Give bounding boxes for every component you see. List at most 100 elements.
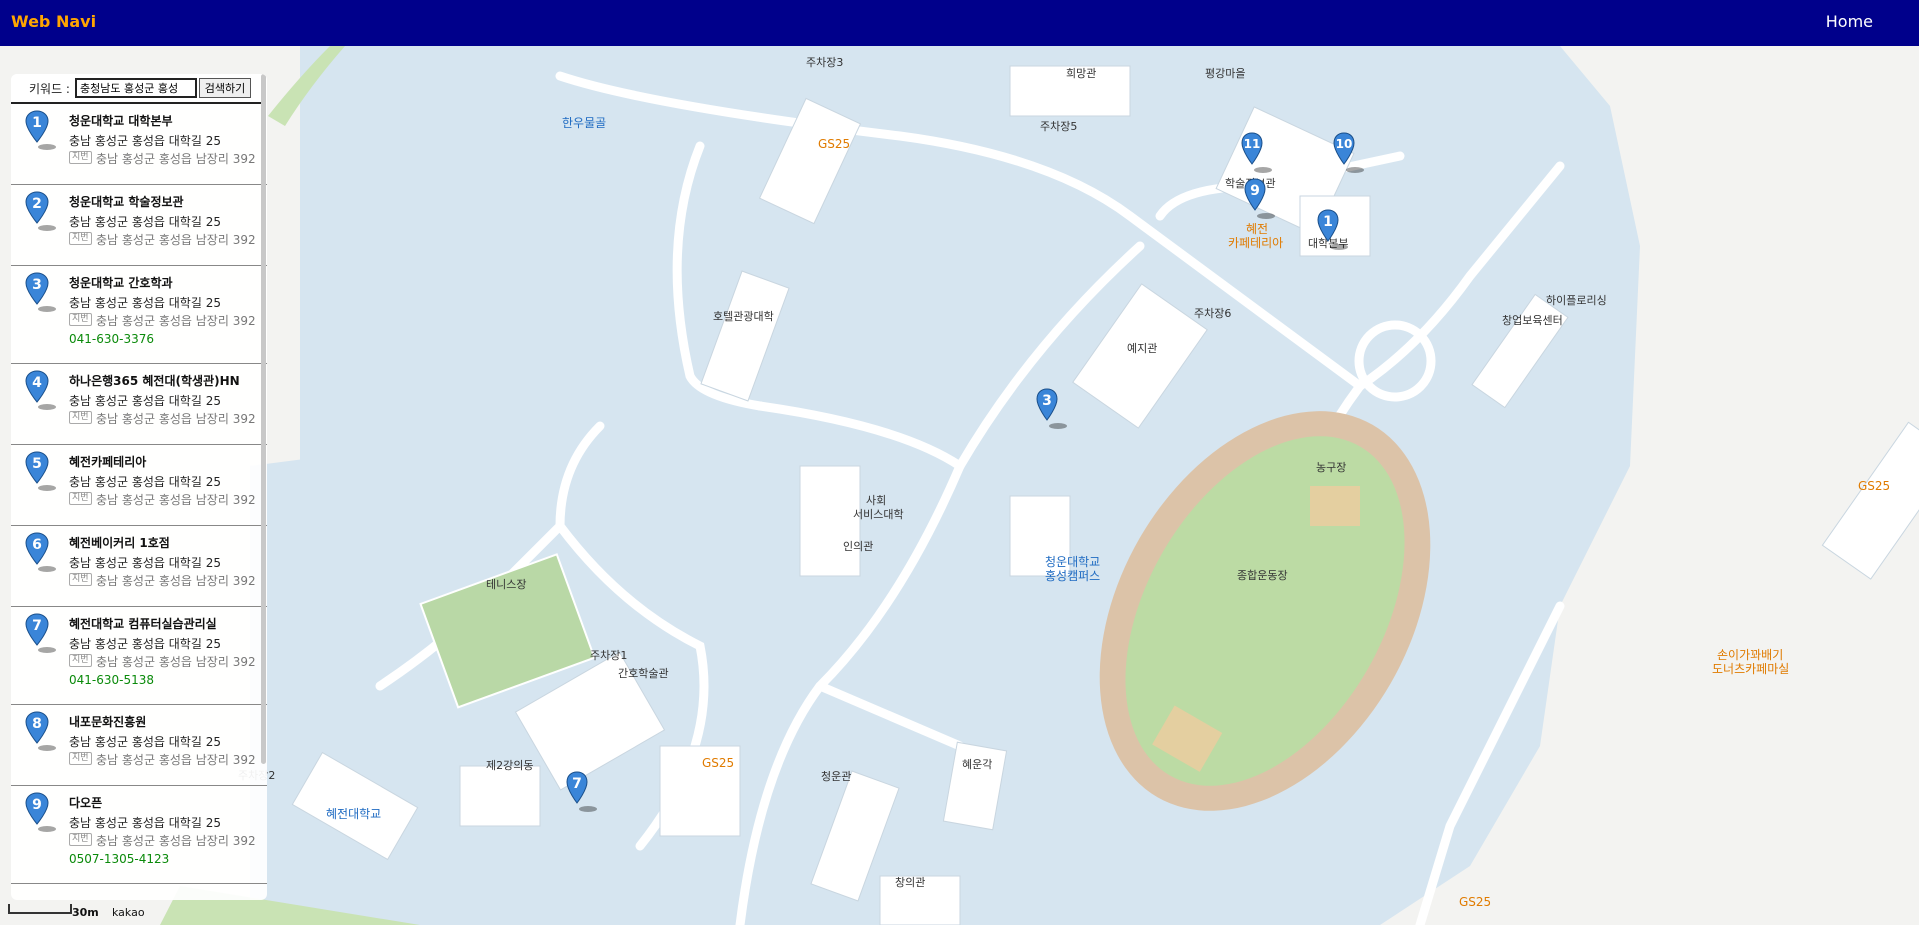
result-item-1[interactable]: 1 청운대학교 대학본부 충남 홍성군 홍성읍 대학길 25 지번 충남 홍성군… <box>11 104 267 185</box>
result-title[interactable]: 혜전카페테리아 <box>69 453 146 470</box>
result-jibun: 충남 홍성군 홍성읍 남장리 392 <box>96 834 256 848</box>
map-label-pyeonggang: 평강마을 <box>1205 67 1246 80</box>
result-item-2[interactable]: 2 청운대학교 학술정보관 충남 홍성군 홍성읍 대학길 25 지번 충남 홍성… <box>11 185 267 266</box>
map-marker-number: 10 <box>1335 137 1353 151</box>
result-marker: 1 <box>25 110 57 152</box>
map-label-hyejeon-univ: 혜전대학교 <box>326 807 382 821</box>
result-item-4[interactable]: 4 하나은행365 혜전대(학생관)HN 충남 홍성군 홍성읍 대학길 25 지… <box>11 364 267 445</box>
map-background <box>0 46 1919 925</box>
result-address: 충남 홍성군 홍성읍 대학길 25 <box>69 816 221 830</box>
result-item-9[interactable]: 9 다오픈 충남 홍성군 홍성읍 대학길 25 지번 충남 홍성군 홍성읍 남장… <box>11 786 267 884</box>
map-marker-7[interactable]: 7 <box>566 771 597 815</box>
map-label-hyejeon-cafe-2: 카페테리아 <box>1228 236 1284 250</box>
map-label-parking5: 주차장5 <box>1040 120 1078 133</box>
result-jibun: 충남 홍성군 홍성읍 남장리 392 <box>96 314 256 328</box>
result-address: 충남 홍성군 홍성읍 대학길 25 <box>69 637 221 651</box>
map-label-jonghap: 종합운동장 <box>1237 569 1288 582</box>
result-jibun: 충남 홍성군 홍성읍 남장리 392 <box>96 655 256 669</box>
scale-text: 30m <box>72 906 99 919</box>
map-marker-number: 9 <box>1250 183 1260 199</box>
result-jibun: 충남 홍성군 홍성읍 남장리 392 <box>96 152 256 166</box>
map-label-changui: 창의관 <box>895 876 926 889</box>
map-label-chungwoon-campus-2: 홍성캠퍼스 <box>1045 569 1101 583</box>
result-item-5[interactable]: 5 혜전카페테리아 충남 홍성군 홍성읍 대학길 25 지번 충남 홍성군 홍성… <box>11 445 267 526</box>
map-label-parking3: 주차장3 <box>806 56 844 69</box>
result-title[interactable]: 하나은행365 혜전대(학생관)HN <box>69 372 240 389</box>
result-address: 충남 홍성군 홍성읍 대학길 25 <box>69 475 221 489</box>
results-panel: 키워드 : 검색하기 1 청운대학교 대학본부 충남 홍성군 홍성읍 대학길 2… <box>11 74 267 900</box>
navbar: Web Navi Home <box>0 0 1919 46</box>
map-label-yeji: 예지관 <box>1127 342 1158 355</box>
map-label-ganho: 간호학술관 <box>618 667 669 680</box>
result-marker: 2 <box>25 191 57 233</box>
result-phone[interactable]: 041-630-3376 <box>69 332 154 346</box>
jibun-badge: 지번 <box>69 573 92 586</box>
result-phone[interactable]: 041-630-5138 <box>69 673 154 687</box>
results-list: 1 청운대학교 대학본부 충남 홍성군 홍성읍 대학길 25 지번 충남 홍성군… <box>11 104 267 884</box>
map-label-cheongun: 청운관 <box>821 770 852 783</box>
map-label-nonggu: 농구장 <box>1316 461 1347 474</box>
map-label-gs25-right: GS25 <box>1858 479 1891 493</box>
map-label-gs25-mid: GS25 <box>702 756 735 770</box>
map-marker-3[interactable]: 3 <box>1036 388 1067 432</box>
map-label-high-plorising: 하이플로리싱 <box>1546 294 1607 307</box>
result-marker: 8 <box>25 711 57 753</box>
map-label-gangui2: 제2강의동 <box>486 759 534 772</box>
result-jibun: 충남 홍성군 홍성읍 남장리 392 <box>96 574 256 588</box>
result-marker: 4 <box>25 370 57 412</box>
result-phone[interactable]: 0507-1305-4123 <box>69 852 169 866</box>
result-number: 5 <box>32 456 42 472</box>
result-address: 충남 홍성군 홍성읍 대학길 25 <box>69 394 221 408</box>
result-number: 6 <box>32 537 42 553</box>
map-marker-10[interactable]: 10 <box>1333 132 1364 176</box>
map-label-gs25-bottom: GS25 <box>1459 895 1492 909</box>
map-label-hanwoo: 한우물골 <box>562 116 607 130</box>
jibun-badge: 지번 <box>69 492 92 505</box>
search-bar: 키워드 : 검색하기 <box>11 74 265 104</box>
map-marker-1[interactable]: 1 <box>1317 209 1348 253</box>
result-item-8[interactable]: 8 내포문화진흥원 충남 홍성군 홍성읍 대학길 25 지번 충남 홍성군 홍성… <box>11 705 267 786</box>
search-button[interactable]: 검색하기 <box>199 78 251 98</box>
result-marker: 5 <box>25 451 57 493</box>
map-label-changup: 창업보육센터 <box>1502 314 1563 327</box>
brand-link[interactable]: Web Navi <box>11 12 96 31</box>
result-address: 충남 홍성군 홍성읍 대학길 25 <box>69 735 221 749</box>
map-label-parking1: 주차장1 <box>590 649 628 662</box>
result-jibun: 충남 홍성군 홍성읍 남장리 392 <box>96 753 256 767</box>
map-marker-9[interactable]: 9 <box>1244 178 1275 222</box>
result-address: 충남 홍성군 홍성읍 대학길 25 <box>69 556 221 570</box>
result-address: 충남 홍성군 홍성읍 대학길 25 <box>69 134 221 148</box>
search-input[interactable] <box>75 78 197 98</box>
result-item-6[interactable]: 6 혜전베이커리 1호점 충남 홍성군 홍성읍 대학길 25 지번 충남 홍성군… <box>11 526 267 607</box>
result-title[interactable]: 청운대학교 대학본부 <box>69 112 173 129</box>
result-item-7[interactable]: 7 혜전대학교 컴퓨터실습관리실 충남 홍성군 홍성읍 대학길 25 지번 충남… <box>11 607 267 705</box>
map-label-hyeun: 혜운각 <box>962 758 993 771</box>
map-label-social-1: 사회 <box>866 494 887 507</box>
result-address: 충남 홍성군 홍성읍 대학길 25 <box>69 215 221 229</box>
result-number: 9 <box>32 797 42 813</box>
result-title[interactable]: 다오픈 <box>69 794 102 811</box>
result-title[interactable]: 혜전대학교 컴퓨터실습관리실 <box>69 615 217 632</box>
result-title[interactable]: 혜전베이커리 1호점 <box>69 534 170 551</box>
result-title[interactable]: 내포문화진흥원 <box>69 713 146 730</box>
map-marker-11[interactable]: 11 <box>1241 132 1272 176</box>
result-number: 8 <box>32 716 42 732</box>
result-title[interactable]: 청운대학교 학술정보관 <box>69 193 184 210</box>
result-marker: 7 <box>25 613 57 655</box>
jibun-badge: 지번 <box>69 232 92 245</box>
map-view[interactable]: 주차장3 한우물골 희망관 평강마을 GS25 주차장5 학술정보관 혜전 카페… <box>0 46 1919 925</box>
map-label-son-cafe-2: 도너츠카페마실 <box>1712 662 1790 676</box>
result-number: 7 <box>32 618 42 634</box>
result-item-3[interactable]: 3 청운대학교 간호학과 충남 홍성군 홍성읍 대학길 25 지번 충남 홍성군… <box>11 266 267 364</box>
result-number: 1 <box>32 115 42 131</box>
map-attribution[interactable]: kakao <box>112 906 145 919</box>
result-number: 2 <box>32 196 42 212</box>
result-title[interactable]: 청운대학교 간호학과 <box>69 274 173 291</box>
map-label-heemang: 희망관 <box>1066 67 1097 80</box>
result-marker: 6 <box>25 532 57 574</box>
home-link[interactable]: Home <box>1826 12 1873 31</box>
results-scrollbar[interactable] <box>261 74 266 764</box>
map-label-social-2: 서비스대학 <box>853 508 904 521</box>
result-number: 4 <box>32 375 42 391</box>
map-label-chungwoon-campus-1: 청운대학교 <box>1045 555 1101 569</box>
